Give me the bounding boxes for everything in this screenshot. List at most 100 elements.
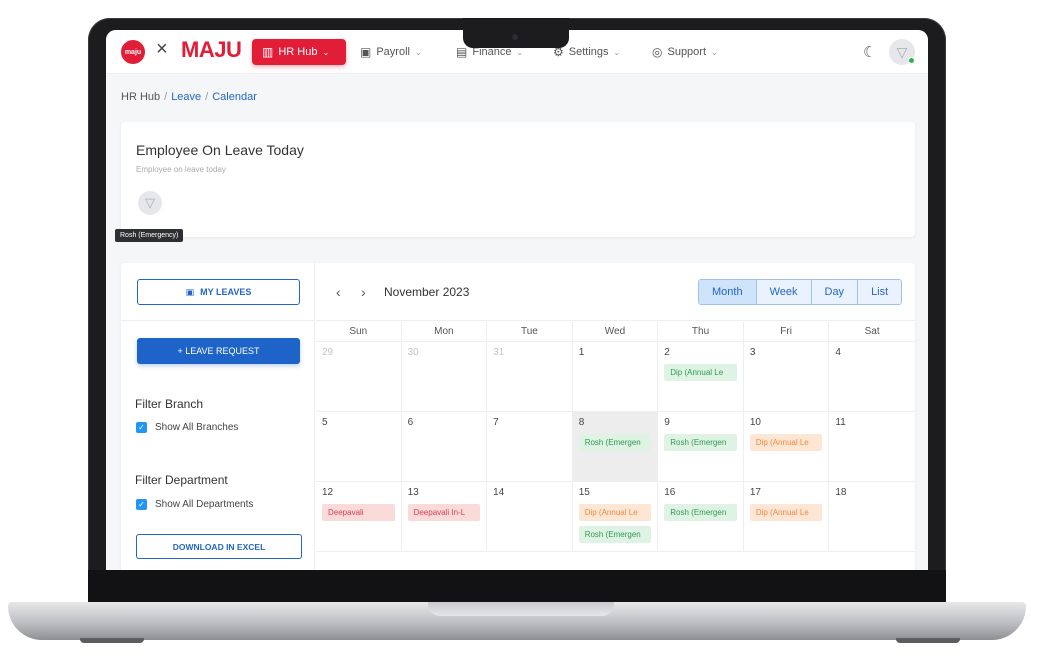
view-month-button[interactable]: Month bbox=[699, 280, 757, 304]
nav-support-label: Support bbox=[667, 46, 707, 58]
prev-month-button[interactable]: ‹ bbox=[336, 284, 341, 300]
leave-event[interactable]: Dip (Annual Le bbox=[749, 504, 823, 521]
laptop-foot-right bbox=[896, 638, 960, 643]
chevron-down-icon: ⌄ bbox=[516, 47, 524, 57]
calendar-day-cell[interactable]: 1 bbox=[573, 342, 659, 411]
filter-branch-title: Filter Branch bbox=[135, 397, 204, 411]
breadcrumb-leave[interactable]: Leave bbox=[171, 91, 201, 103]
calendar-day-cell[interactable]: 7 bbox=[487, 412, 573, 481]
lifebuoy-icon: ◎ bbox=[652, 45, 663, 59]
nav-hr-hub-label: HR Hub bbox=[278, 46, 318, 58]
calendar-week-row: 12 Deepavali 13 Deepavali In-L 14 15 Dip (Annu… bbox=[316, 482, 915, 552]
day-of-week-header: Sun Mon Tue Wed Thu Fri Sat bbox=[316, 322, 915, 342]
laptop-bottom-bezel bbox=[88, 570, 946, 602]
show-all-branches-label: Show All Branches bbox=[155, 422, 239, 433]
nav-support[interactable]: ◎ Support ⌄ bbox=[652, 39, 718, 65]
day-number: 4 bbox=[835, 347, 841, 358]
day-number: 13 bbox=[407, 487, 419, 498]
id-card-icon: ▣ bbox=[185, 286, 195, 297]
breadcrumb-separator: / bbox=[164, 91, 168, 103]
leave-request-button[interactable]: + LEAVE REQUEST bbox=[137, 338, 300, 364]
day-number: 5 bbox=[322, 417, 328, 428]
calendar-day-cell[interactable]: 31 bbox=[487, 342, 573, 411]
leave-event[interactable]: Dip (Annual Le bbox=[664, 364, 737, 381]
calendar-day-cell[interactable]: 4 bbox=[829, 342, 915, 411]
calendar-day-cell[interactable]: 11 bbox=[829, 412, 915, 481]
employee-tooltip: Rosh (Emergency) bbox=[115, 229, 184, 242]
calendar-grid: Sun Mon Tue Wed Thu Fri Sat 29 30 31 1 2 Dip … bbox=[316, 322, 915, 552]
day-number: 17 bbox=[749, 487, 761, 498]
chevron-down-icon: ⌄ bbox=[613, 47, 621, 57]
calendar-day-cell[interactable]: 18 bbox=[829, 482, 915, 551]
maju-logo-badge[interactable]: maju bbox=[121, 40, 145, 64]
day-number: 14 bbox=[493, 487, 505, 498]
calendar-day-cell[interactable]: 6 bbox=[402, 412, 488, 481]
calendar-day-cell[interactable]: 14 bbox=[487, 482, 573, 551]
day-number: 16 bbox=[664, 487, 676, 498]
scroll-fade bbox=[121, 565, 915, 570]
leave-event[interactable]: Deepavali bbox=[322, 504, 395, 521]
card-subtitle: Employee on leave today bbox=[136, 165, 226, 174]
view-list-button[interactable]: List bbox=[858, 280, 902, 304]
calendar-day-cell[interactable]: 15 Dip (Annual Le Rosh (Emergen bbox=[573, 482, 659, 551]
nav-hr-hub[interactable]: ▥ HR Hub ⌄ bbox=[252, 39, 346, 65]
calendar-sidebar: ▣ MY LEAVES + LEAVE REQUEST Filter Branc… bbox=[121, 263, 315, 570]
calendar-day-cell-today[interactable]: 8 Rosh (Emergen bbox=[572, 412, 659, 481]
calendar-day-cell[interactable]: 17 Dip (Annual Le bbox=[744, 482, 830, 551]
next-month-button[interactable]: › bbox=[361, 284, 366, 300]
calendar-day-cell[interactable]: 10 Dip (Annual Le bbox=[744, 412, 830, 481]
view-switcher: Month Week Day List bbox=[698, 279, 903, 305]
app-screen: maju × MAJU ▥ HR Hub ⌄ ▣ Payroll ⌄ ▤ Fin… bbox=[106, 30, 928, 570]
laptop-foot-left bbox=[80, 638, 144, 643]
day-number: 29 bbox=[322, 347, 334, 358]
view-week-button[interactable]: Week bbox=[756, 280, 812, 304]
employee-avatar[interactable]: ▽ bbox=[138, 191, 162, 215]
document-icon: ▤ bbox=[456, 45, 468, 59]
leave-event[interactable]: Rosh (Emergen bbox=[664, 504, 737, 521]
calendar-day-cell[interactable]: 16 Rosh (Emergen bbox=[658, 482, 744, 551]
leave-event[interactable]: Dip (Annual Le bbox=[749, 434, 823, 451]
calendar: ‹ › November 2023 Month Week Day List Su… bbox=[316, 263, 915, 570]
download-excel-button[interactable]: DOWNLOAD IN EXCEL bbox=[136, 534, 302, 559]
calendar-day-cell[interactable]: 3 bbox=[744, 342, 830, 411]
chevron-down-icon: ⌄ bbox=[414, 47, 422, 57]
leave-event[interactable]: Deepavali In-L bbox=[407, 504, 481, 521]
my-leaves-button[interactable]: ▣ MY LEAVES bbox=[137, 279, 300, 305]
breadcrumb-separator: / bbox=[205, 91, 209, 103]
chevron-down-icon: ⌄ bbox=[322, 47, 330, 57]
day-number: 8 bbox=[578, 417, 585, 428]
filter-department-title: Filter Department bbox=[135, 473, 228, 487]
maju-logo-wordmark[interactable]: MAJU bbox=[181, 37, 242, 63]
calendar-day-cell[interactable]: 2 Dip (Annual Le bbox=[658, 342, 744, 411]
day-number: 18 bbox=[835, 487, 847, 498]
calendar-weeks: 29 30 31 1 2 Dip (Annual Le 3 4 5 6 7 8 Rosh (Emerge… bbox=[316, 342, 915, 552]
logo-separator: × bbox=[156, 38, 168, 60]
nav-payroll[interactable]: ▣ Payroll ⌄ bbox=[360, 39, 422, 65]
online-status-dot bbox=[908, 57, 915, 64]
breadcrumb-calendar[interactable]: Calendar bbox=[212, 91, 257, 103]
day-number: 31 bbox=[493, 347, 505, 358]
leave-event[interactable]: Dip (Annual Le bbox=[578, 504, 652, 521]
calendar-day-cell[interactable]: 29 bbox=[316, 342, 402, 411]
day-number: 10 bbox=[749, 417, 761, 428]
view-day-button[interactable]: Day bbox=[811, 280, 859, 304]
calendar-day-cell[interactable]: 9 Rosh (Emergen bbox=[658, 412, 744, 481]
dark-mode-toggle-icon[interactable]: ☾ bbox=[863, 43, 876, 61]
show-all-departments-checkbox[interactable]: ✓ Show All Departments bbox=[136, 499, 253, 510]
breadcrumb-hr-hub[interactable]: HR Hub bbox=[121, 91, 160, 103]
day-number: 15 bbox=[578, 487, 590, 498]
leave-event[interactable]: Rosh (Emergen bbox=[578, 526, 652, 543]
calendar-day-cell[interactable]: 12 Deepavali bbox=[316, 482, 402, 551]
day-number: 6 bbox=[407, 417, 414, 428]
leave-event[interactable]: Rosh (Emergen bbox=[578, 434, 652, 451]
leave-event[interactable]: Rosh (Emergen bbox=[664, 434, 737, 451]
calendar-day-cell[interactable]: 13 Deepavali In-L bbox=[402, 482, 488, 551]
show-all-branches-checkbox[interactable]: ✓ Show All Branches bbox=[136, 422, 238, 433]
day-number: 9 bbox=[664, 417, 670, 428]
dow-tue: Tue bbox=[487, 322, 573, 341]
calendar-week-row: 5 6 7 8 Rosh (Emergen 9 Rosh (Emergen 10 Dip (An… bbox=[316, 412, 915, 482]
calendar-header: ‹ › November 2023 Month Week Day List bbox=[316, 263, 915, 321]
calendar-week-row: 29 30 31 1 2 Dip (Annual Le 3 4 bbox=[316, 342, 915, 412]
calendar-day-cell[interactable]: 5 bbox=[316, 412, 402, 481]
calendar-day-cell[interactable]: 30 bbox=[402, 342, 488, 411]
